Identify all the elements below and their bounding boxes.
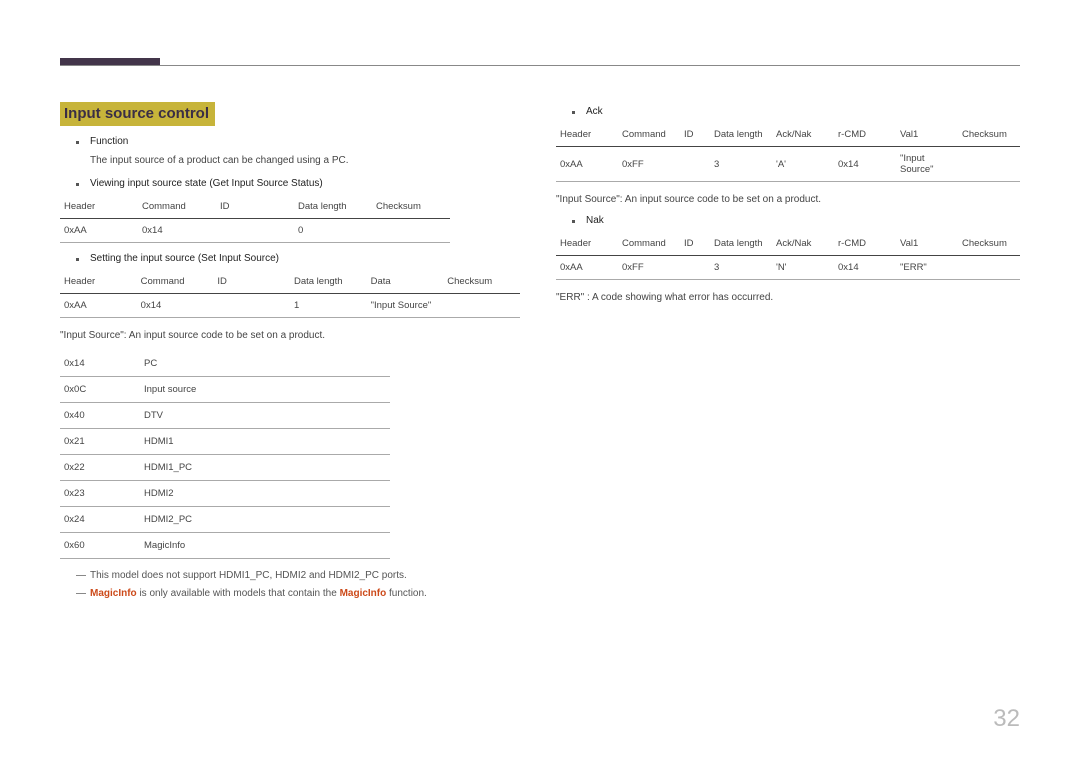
th: Ack/Nak	[772, 123, 834, 147]
th: Val1	[896, 123, 958, 147]
page-number: 32	[993, 705, 1020, 733]
td: PC	[140, 351, 390, 377]
th: Data length	[710, 123, 772, 147]
td: 0xAA	[60, 294, 137, 318]
th: Checksum	[443, 270, 520, 294]
nak-bullet: Nak	[572, 215, 1020, 226]
td: 0x22	[60, 455, 140, 481]
th: Val1	[896, 232, 958, 256]
td: HDMI1	[140, 429, 390, 455]
td: 'N'	[772, 256, 834, 280]
th: Checksum	[372, 195, 450, 219]
th: Header	[60, 270, 137, 294]
td	[216, 219, 294, 243]
td: 0xFF	[618, 256, 680, 280]
td: 3	[710, 147, 772, 182]
td: "Input Source"	[367, 294, 444, 318]
td: 0x14	[137, 294, 214, 318]
td	[958, 147, 1020, 182]
td: 0xAA	[60, 219, 138, 243]
input-source-note: "Input Source": An input source code to …	[60, 328, 524, 343]
ack-note: "Input Source": An input source code to …	[556, 192, 1020, 207]
th: ID	[216, 195, 294, 219]
td	[213, 294, 290, 318]
td: 0x40	[60, 403, 140, 429]
td	[372, 219, 450, 243]
function-description: The input source of a product can be cha…	[90, 153, 524, 168]
td: HDMI1_PC	[140, 455, 390, 481]
td: 0x14	[138, 219, 216, 243]
th: Checksum	[958, 232, 1020, 256]
ack-table: Header Command ID Data length Ack/Nak r-…	[556, 123, 1020, 182]
td: Input source	[140, 377, 390, 403]
td: MagicInfo	[140, 533, 390, 559]
td: 0xAA	[556, 256, 618, 280]
td: 0xFF	[618, 147, 680, 182]
td	[443, 294, 520, 318]
footnote-text: function.	[386, 588, 427, 599]
section-title: Input source control	[60, 102, 215, 126]
function-label: Function	[90, 136, 128, 147]
th: ID	[680, 232, 710, 256]
th: Command	[137, 270, 214, 294]
chapter-underline	[60, 65, 1020, 66]
td	[680, 256, 710, 280]
get-status-table: Header Command ID Data length Checksum 0…	[60, 195, 450, 243]
td: 0x0C	[60, 377, 140, 403]
function-bullet: Function	[76, 136, 524, 147]
err-note: "ERR" : A code showing what error has oc…	[556, 290, 1020, 305]
th: ID	[213, 270, 290, 294]
ack-bullet: Ack	[572, 106, 1020, 117]
th: Data length	[290, 270, 367, 294]
th: Header	[556, 232, 618, 256]
magicinfo-keyword: MagicInfo	[90, 588, 137, 599]
td: 3	[710, 256, 772, 280]
th: Header	[60, 195, 138, 219]
td: 0	[294, 219, 372, 243]
td: 0x14	[834, 256, 896, 280]
td: 0xAA	[556, 147, 618, 182]
th: r-CMD	[834, 232, 896, 256]
th: r-CMD	[834, 123, 896, 147]
source-codes-table: 0x14PC 0x0CInput source 0x40DTV 0x21HDMI…	[60, 351, 390, 559]
th: Data	[367, 270, 444, 294]
td: DTV	[140, 403, 390, 429]
viewing-state-bullet: Viewing input source state (Get Input So…	[76, 178, 524, 189]
footnote-magicinfo: MagicInfo is only available with models …	[76, 587, 524, 601]
td: 0x23	[60, 481, 140, 507]
th: Data length	[294, 195, 372, 219]
setting-source-bullet: Setting the input source (Set Input Sour…	[76, 253, 524, 264]
td: 0x21	[60, 429, 140, 455]
set-source-table: Header Command ID Data length Data Check…	[60, 270, 520, 318]
td: 0x14	[60, 351, 140, 377]
left-column: Input source control Function The input …	[60, 102, 524, 601]
td: "ERR"	[896, 256, 958, 280]
right-column: Ack Header Command ID Data length Ack/Na…	[556, 102, 1020, 601]
th: Command	[618, 123, 680, 147]
th: Ack/Nak	[772, 232, 834, 256]
footnote-hdmi: This model does not support HDMI1_PC, HD…	[76, 569, 524, 583]
nak-table: Header Command ID Data length Ack/Nak r-…	[556, 232, 1020, 280]
th: Data length	[710, 232, 772, 256]
td: 0x60	[60, 533, 140, 559]
magicinfo-keyword: MagicInfo	[340, 588, 387, 599]
th: Command	[138, 195, 216, 219]
td: "Input Source"	[896, 147, 958, 182]
page-content: Input source control Function The input …	[60, 102, 1020, 601]
td: 0x14	[834, 147, 896, 182]
td: HDMI2	[140, 481, 390, 507]
td: 'A'	[772, 147, 834, 182]
th: Command	[618, 232, 680, 256]
td: 1	[290, 294, 367, 318]
td: HDMI2_PC	[140, 507, 390, 533]
th: ID	[680, 123, 710, 147]
th: Checksum	[958, 123, 1020, 147]
footnote-text: is only available with models that conta…	[137, 588, 340, 599]
th: Header	[556, 123, 618, 147]
td	[680, 147, 710, 182]
td	[958, 256, 1020, 280]
td: 0x24	[60, 507, 140, 533]
